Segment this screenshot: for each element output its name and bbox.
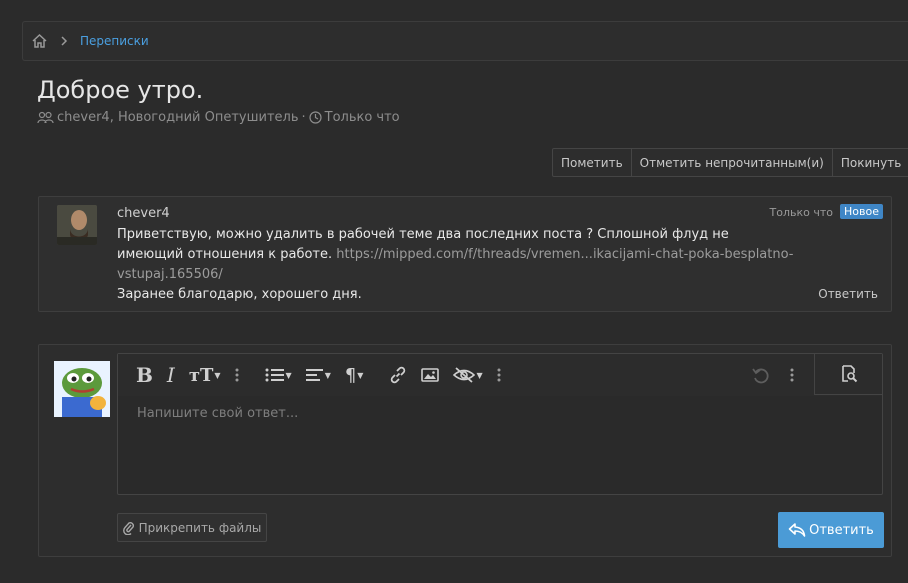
submit-reply-button[interactable]: Ответить [778,512,884,548]
leave-button[interactable]: Покинуть [833,149,908,176]
attach-files-button[interactable]: Прикрепить файлы [117,513,267,542]
mark-unread-button[interactable]: Отметить непрочитанным(и) [632,149,833,176]
text-size-icon[interactable]: тT ▼ [189,365,221,386]
chevron-right-icon [61,36,68,46]
more-icon[interactable] [235,368,239,382]
conversation-time: Только что [324,110,400,125]
message-author[interactable]: chever4 [117,206,170,221]
link-icon[interactable] [389,366,407,384]
new-badge: Новое [840,204,883,219]
more-icon[interactable] [497,368,501,382]
reply-form: B I тT ▼ ▼ ▼ ¶ ▼ ▼ Напишите свой ответ... … [38,344,892,557]
reply-input[interactable]: Напишите свой ответ... [137,406,298,421]
conversation-actions: Пометить Отметить непрочитанным(и) Покин… [552,148,908,177]
message-text-line3: Заранее благодарю, хорошего дня. [117,287,362,302]
rich-text-editor: B I тT ▼ ▼ ▼ ¶ ▼ ▼ Напишите свой ответ... [117,353,883,495]
reply-icon [788,523,806,537]
conversation-meta: chever4, Новогодний Опетушитель · Только… [37,110,400,125]
meta-separator: · [301,110,306,125]
mark-button[interactable]: Пометить [553,149,632,176]
image-icon[interactable] [421,367,440,383]
participants[interactable]: chever4, Новогодний Опетушитель [57,110,298,125]
message-text-line2: имеющий отношения к работе. [117,247,337,262]
attach-files-label: Прикрепить файлы [138,520,262,535]
bold-icon[interactable]: B [136,363,153,387]
clock-icon [309,111,322,124]
page-title: Доброе утро. [37,76,204,104]
home-icon[interactable] [31,32,49,50]
breadcrumb: Переписки [22,21,908,61]
undo-icon[interactable] [752,367,770,389]
avatar[interactable] [57,205,97,245]
more-icon[interactable] [790,367,794,386]
paragraph-icon[interactable]: ¶ ▼ [345,365,364,386]
list-icon[interactable]: ▼ [265,367,292,383]
message: chever4 Только что Новое Приветствую, мо… [38,196,892,312]
spoiler-icon[interactable]: ▼ [453,367,483,383]
paperclip-icon [122,521,134,535]
message-reply-link[interactable]: Ответить [818,287,878,301]
user-avatar[interactable] [54,361,110,417]
breadcrumb-item-conversations[interactable]: Переписки [80,34,149,48]
submit-reply-label: Ответить [809,522,874,538]
align-icon[interactable]: ▼ [305,367,331,383]
users-icon [37,111,54,124]
message-text-line1: Приветствую, можно удалить в рабочей тем… [117,227,729,242]
preview-icon[interactable] [814,354,882,395]
italic-icon[interactable]: I [167,363,175,387]
message-body: Приветствую, можно удалить в рабочей тем… [117,225,817,305]
message-time: Только что [769,206,833,219]
